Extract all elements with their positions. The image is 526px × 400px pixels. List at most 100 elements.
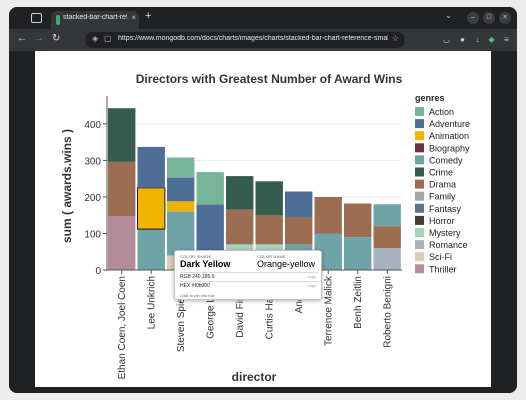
- legend-swatch-animation: [415, 131, 424, 141]
- legend-label: Adventure: [429, 119, 470, 129]
- bookmark-star-icon[interactable]: ☆: [392, 34, 399, 43]
- legend-label: Animation: [429, 131, 469, 141]
- bar-segment-thriller: [108, 215, 136, 270]
- x-tick-label: Roberto Benigni: [382, 276, 393, 348]
- tab-bar: stacked-bar-chart-reference- × + ⌄ – □ ×: [9, 7, 517, 29]
- bar-segment-action: [196, 172, 224, 205]
- legend-swatch-biography: [415, 143, 424, 153]
- bar-segment-crime: [226, 176, 254, 210]
- x-tick-label: Lee Unkrich: [146, 276, 157, 329]
- bar-segment-romance: [373, 248, 401, 270]
- lock-icon[interactable]: ▢: [104, 34, 112, 43]
- bar-segment-comedy: [344, 237, 372, 270]
- reload-button[interactable]: ↻: [52, 33, 60, 44]
- legend-swatch-family: [415, 191, 424, 201]
- bar-segment-adventure: [167, 177, 195, 202]
- navigation-bar: ← → ↻ ◈ ▢ https://www.mongodb.com/docs/c…: [9, 29, 517, 51]
- tab-overview-icon[interactable]: [31, 13, 42, 23]
- favicon-icon: [56, 15, 60, 25]
- legend-swatch-mystery: [415, 228, 424, 237]
- browser-window: stacked-bar-chart-reference- × + ⌄ – □ ×…: [9, 7, 517, 393]
- rgb-row: RGB 240,185,0 copy: [180, 272, 318, 281]
- shade-value: Dark Yellow: [180, 259, 231, 269]
- y-tick-label: 100: [84, 229, 101, 240]
- chart-title: Directors with Greatest Number of Award …: [136, 72, 403, 86]
- bar-segment-drama: [226, 209, 254, 245]
- copy-rgb-button[interactable]: copy: [308, 274, 316, 279]
- legend-label: Romance: [429, 240, 468, 250]
- bar-segment-drama: [255, 215, 283, 245]
- active-tab[interactable]: stacked-bar-chart-reference- ×: [51, 11, 139, 29]
- legend-title: genres: [415, 93, 445, 103]
- bar-segment-adventure: [137, 146, 165, 188]
- tab-title: stacked-bar-chart-reference-: [63, 14, 127, 21]
- legend-label: Mystery: [429, 228, 461, 238]
- x-tick-label: Terrence Malick: [323, 275, 334, 346]
- y-tick-label: 200: [84, 193, 101, 204]
- bar-segment-drama: [344, 203, 372, 238]
- close-window-button[interactable]: ×: [499, 12, 511, 24]
- new-tab-button[interactable]: +: [145, 10, 151, 22]
- page-viewport: Directors with Greatest Number of Award …: [9, 51, 517, 393]
- menu-icon[interactable]: ≡: [501, 34, 512, 45]
- x-axis-label: director: [232, 370, 277, 384]
- pin-hint: Click to pin info box: [180, 293, 215, 298]
- bar-segment-drama: [373, 226, 401, 249]
- legend-swatch-fantasy: [415, 203, 424, 213]
- legend-label: Sci-Fi: [429, 252, 452, 262]
- legend-label: Drama: [429, 180, 456, 190]
- legend-swatch-thriller: [415, 264, 424, 274]
- bar-segment-animation: [167, 201, 195, 212]
- y-axis-label: sum ( awards.wins ): [60, 129, 74, 243]
- legend-swatch-crime: [415, 167, 424, 177]
- copy-hex-button[interactable]: copy: [308, 283, 316, 288]
- legend-label: Action: [429, 107, 454, 117]
- rgb-value: RGB 240,185,0: [180, 274, 215, 280]
- minimize-button[interactable]: –: [467, 12, 479, 24]
- legend-swatch-comedy: [415, 155, 424, 165]
- legend-label: Fantasy: [429, 204, 462, 214]
- legend-swatch-sci-fi: [415, 252, 424, 262]
- bar-segment-drama: [108, 161, 136, 216]
- bar-segment-comedy: [137, 229, 165, 270]
- legend-label: Comedy: [429, 155, 463, 165]
- bar-segment-adventure: [285, 191, 313, 218]
- tab-list-icon[interactable]: ⌄: [445, 11, 452, 20]
- legend-label: Horror: [429, 216, 455, 226]
- y-tick-label: 0: [95, 266, 101, 277]
- maximize-button[interactable]: □: [483, 12, 495, 24]
- image-canvas: Directors with Greatest Number of Award …: [35, 51, 491, 387]
- hex-row: HEX #f0b900 copy: [180, 281, 318, 290]
- address-bar[interactable]: ◈ ▢ https://www.mongodb.com/docs/charts/…: [85, 32, 405, 48]
- legend-swatch-horror: [415, 215, 424, 225]
- downloads-icon[interactable]: ↓: [472, 34, 483, 45]
- bar-segment-crime: [255, 181, 283, 216]
- bar-segment-action: [167, 157, 195, 178]
- x-tick-label: Benh Zeitlin: [353, 276, 364, 329]
- bar-segment-comedy: [167, 211, 195, 256]
- url-text[interactable]: https://www.mongodb.com/docs/charts/imag…: [118, 35, 388, 42]
- pocket-icon[interactable]: ◡: [441, 34, 452, 45]
- extension-icon[interactable]: ◆: [486, 34, 497, 45]
- x-tick-label: Ethan Coen, Joel Coen: [117, 276, 128, 379]
- forward-button[interactable]: →: [34, 33, 44, 44]
- legend-label: Family: [429, 192, 456, 202]
- hex-value: HEX #f0b900: [180, 283, 210, 289]
- bar-segment-drama: [285, 217, 313, 245]
- account-icon[interactable]: ●: [457, 34, 468, 45]
- shield-icon[interactable]: ◈: [92, 34, 98, 43]
- color-info-tooltip[interactable]: COLOR SHADE COLOR NAME Dark Yellow Orang…: [174, 250, 322, 300]
- bar-segment-adventure: [196, 204, 224, 256]
- y-tick-label: 300: [84, 156, 101, 167]
- bar-segment-comedy: [373, 204, 401, 227]
- legend-label: Thriller: [429, 264, 457, 274]
- back-button[interactable]: ←: [17, 33, 27, 44]
- legend-swatch-adventure: [415, 119, 424, 129]
- bar-segment-animation: [137, 187, 166, 230]
- legend-swatch-romance: [415, 240, 424, 250]
- bar-segment-crime: [108, 108, 136, 162]
- legend-swatch-action: [415, 107, 424, 116]
- tab-close-icon[interactable]: ×: [131, 13, 136, 22]
- bar-segment-drama: [314, 197, 342, 234]
- name-value: Orange-yellow: [257, 259, 316, 269]
